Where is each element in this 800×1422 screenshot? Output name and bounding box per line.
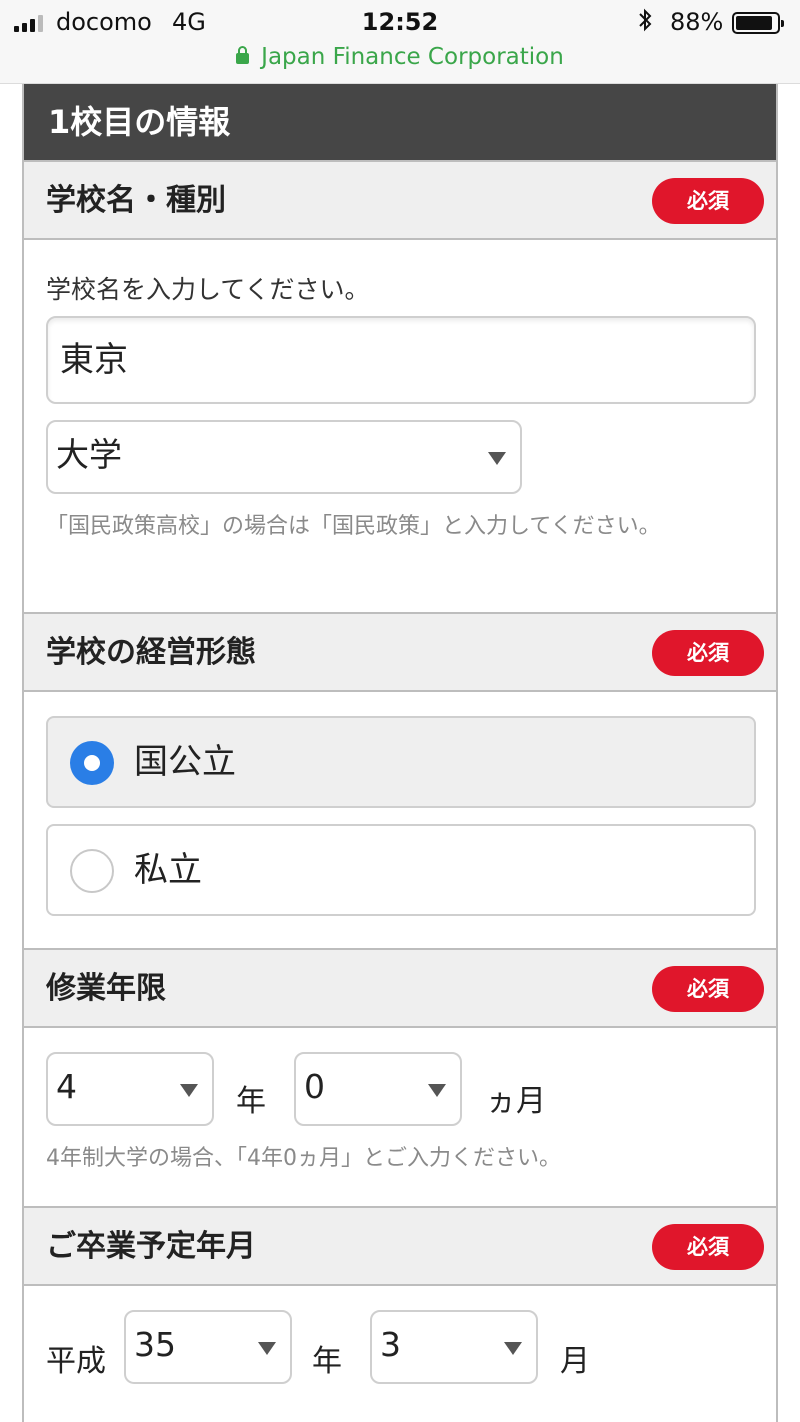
school-type-value: 大学 <box>56 435 122 474</box>
battery-icon <box>732 12 784 34</box>
school-info-card: 1校目の情報 学校名・種別 必須 学校名を入力してください。 東京 大学 「国民… <box>22 84 778 1422</box>
lock-icon <box>236 46 250 64</box>
graduation-month-value: 3 <box>380 1325 401 1364</box>
radio-option-public[interactable]: 国公立 <box>46 716 756 808</box>
address-bar[interactable]: Japan Finance Corporation <box>0 44 800 70</box>
section-heading: ご卒業予定年月 <box>46 1229 256 1264</box>
graduation-year-select[interactable]: 35 <box>124 1310 292 1384</box>
card-title: 1校目の情報 <box>24 84 776 160</box>
chevron-down-icon <box>258 1342 276 1355</box>
radio-unselected-icon <box>70 849 114 893</box>
months-value: 0 <box>304 1067 325 1106</box>
radio-label: 国公立 <box>134 742 236 782</box>
era-label: 平成 <box>46 1344 106 1379</box>
chevron-down-icon <box>488 452 506 465</box>
radio-selected-icon <box>70 741 114 785</box>
section-heading: 学校名・種別 <box>46 183 226 218</box>
years-select[interactable]: 4 <box>46 1052 214 1126</box>
graduation-year-value: 35 <box>134 1325 176 1364</box>
study-period-note: 4年制大学の場合、「4年0ヵ月」とご入力ください。 <box>46 1146 561 1171</box>
graduation-year-unit: 年 <box>312 1344 342 1379</box>
months-select[interactable]: 0 <box>294 1052 462 1126</box>
years-unit: 年 <box>236 1084 266 1119</box>
section-graduation: ご卒業予定年月 必須 <box>24 1206 776 1286</box>
school-name-prompt: 学校名を入力してください。 <box>46 275 370 304</box>
required-badge: 必須 <box>652 630 764 676</box>
chevron-down-icon <box>180 1084 198 1097</box>
site-name: Japan Finance Corporation <box>261 44 564 70</box>
required-badge: 必須 <box>652 966 764 1012</box>
years-value: 4 <box>56 1067 77 1106</box>
section-heading: 学校の経営形態 <box>46 635 256 670</box>
school-type-select[interactable]: 大学 <box>46 420 522 494</box>
required-badge: 必須 <box>652 1224 764 1270</box>
school-name-input[interactable]: 東京 <box>46 316 756 404</box>
section-study-period: 修業年限 必須 <box>24 948 776 1028</box>
radio-option-private[interactable]: 私立 <box>46 824 756 916</box>
chevron-down-icon <box>428 1084 446 1097</box>
required-badge: 必須 <box>652 178 764 224</box>
section-heading: 修業年限 <box>46 971 166 1006</box>
section-school-name: 学校名・種別 必須 <box>24 160 776 240</box>
graduation-month-unit: 月 <box>560 1344 590 1379</box>
section-management: 学校の経営形態 必須 <box>24 612 776 692</box>
battery-percent: 88% <box>670 8 724 36</box>
status-bar: docomo 4G 12:52 88% Japan Finance Corpor… <box>0 0 800 84</box>
radio-label: 私立 <box>134 850 202 890</box>
months-unit: ヵ月 <box>486 1084 546 1119</box>
school-name-note: 「国民政策高校」の場合は「国民政策」と入力してください。 <box>46 514 661 539</box>
bluetooth-icon <box>638 8 652 38</box>
chevron-down-icon <box>504 1342 522 1355</box>
graduation-month-select[interactable]: 3 <box>370 1310 538 1384</box>
